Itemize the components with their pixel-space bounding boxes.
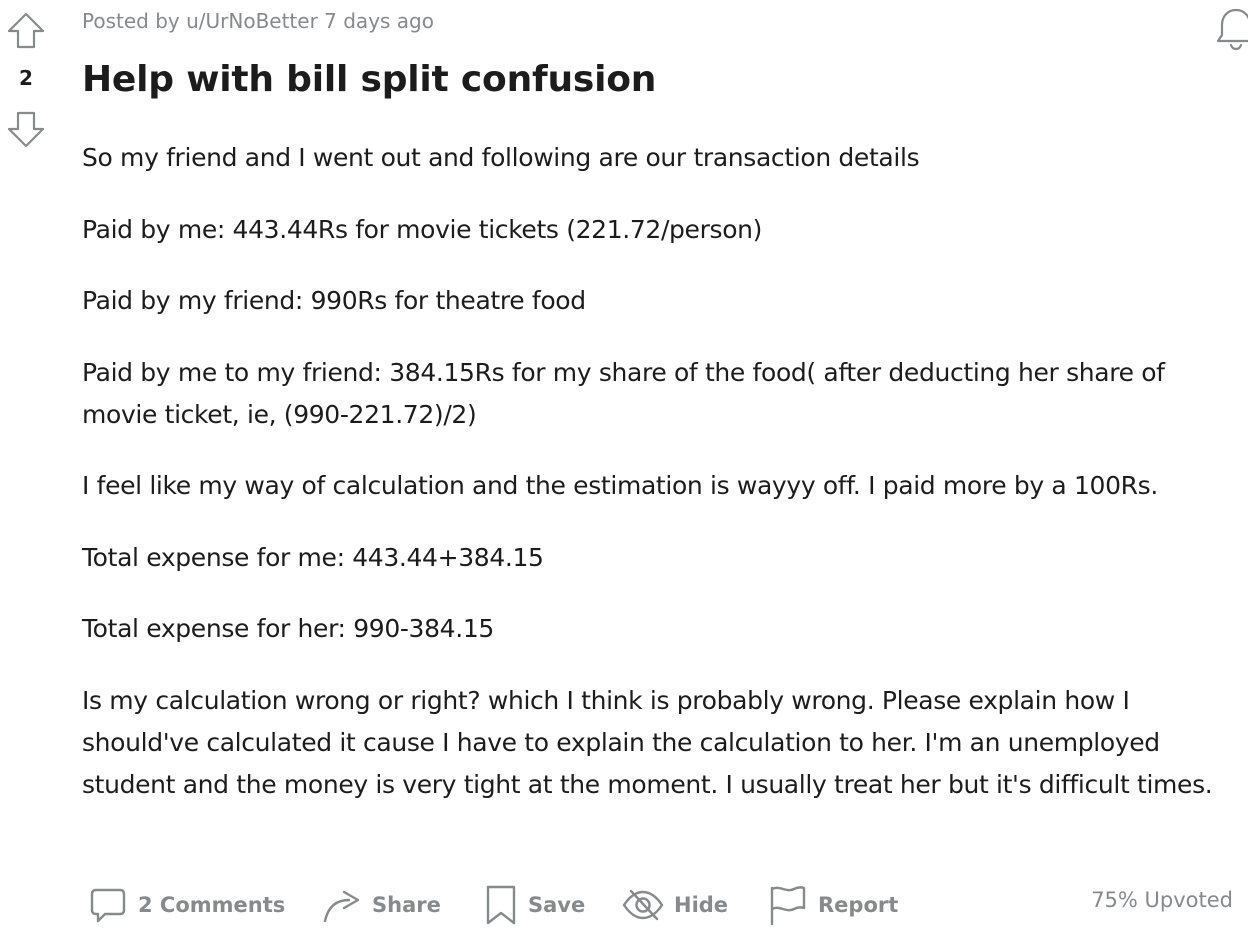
comments-label: 2 Comments [138, 893, 286, 917]
share-label: Share [372, 893, 441, 917]
comment-bubble-icon [88, 885, 128, 925]
flag-icon [768, 884, 808, 926]
bookmark-icon [484, 884, 518, 926]
share-button[interactable]: Share [322, 880, 441, 930]
save-button[interactable]: Save [484, 880, 585, 930]
comments-button[interactable]: 2 Comments [88, 880, 285, 930]
hide-button[interactable]: Hide [622, 880, 728, 930]
vote-column: 2 [0, 0, 52, 160]
post-meta: Posted by u/UrNoBetter 7 days ago [82, 9, 434, 33]
hide-label: Hide [674, 893, 729, 917]
post-paragraph: Paid by me: 443.44Rs for movie tickets (… [82, 214, 763, 244]
vote-score: 2 [19, 66, 33, 90]
post-paragraph: Is my calculation wrong or right? which … [82, 685, 1213, 799]
post-body: So my friend and I went out and followin… [82, 137, 1238, 835]
downvote-button[interactable] [6, 109, 46, 149]
arrow-up-icon [6, 11, 46, 51]
eye-slash-icon [622, 885, 664, 925]
post-paragraph: I feel like my way of calculation and th… [82, 471, 1158, 500]
notification-button[interactable] [1216, 4, 1248, 52]
post-actions: 2 Comments Share Save Hide Report [84, 880, 1244, 930]
upvote-ratio: 75% Upvoted [1091, 888, 1233, 912]
bell-icon [1216, 8, 1248, 56]
share-arrow-icon [322, 885, 362, 925]
post-paragraph: Total expense for me: 443.44+384.15 [82, 542, 544, 572]
arrow-down-icon [6, 109, 46, 149]
upvote-button[interactable] [6, 11, 46, 51]
post-title: Help with bill split confusion [82, 59, 657, 100]
report-button[interactable]: Report [768, 880, 898, 930]
post-paragraph: Total expense for her: 990-384.15 [82, 614, 494, 643]
save-label: Save [528, 893, 586, 917]
post-paragraph: Paid by my friend: 990Rs for theatre foo… [82, 286, 586, 315]
post-paragraph: So my friend and I went out and followin… [82, 143, 920, 172]
report-label: Report [818, 893, 899, 917]
post-paragraph: Paid by me to my friend: 384.15Rs for my… [82, 357, 1165, 429]
